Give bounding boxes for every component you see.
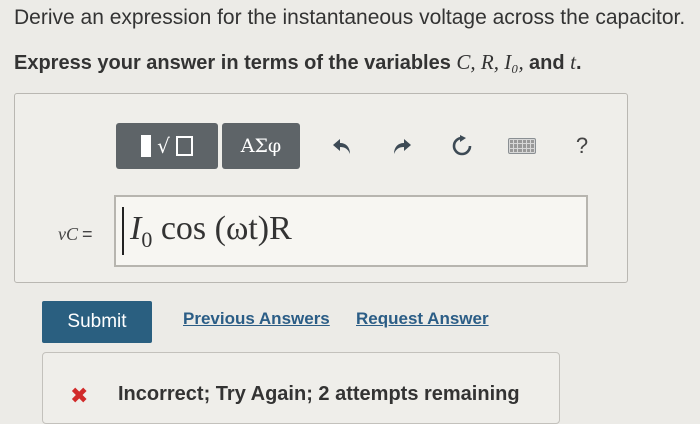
- answer-input[interactable]: I0 cos (ωt)R: [114, 195, 588, 267]
- expr-subscript: 0: [141, 226, 153, 252]
- box-icon: [175, 136, 193, 156]
- instruction-prefix: Express your answer in terms of the vari…: [14, 52, 457, 74]
- instruction-and: and: [529, 52, 571, 74]
- redo-button[interactable]: [380, 124, 424, 168]
- templates-button[interactable]: √: [116, 123, 218, 169]
- help-button[interactable]: ?: [560, 124, 604, 168]
- previous-answers-link[interactable]: Previous Answers: [183, 309, 330, 329]
- expr-current: I: [130, 209, 142, 247]
- instruction-vars: C, R, I₀,: [456, 50, 530, 74]
- reset-icon: [452, 135, 472, 156]
- undo-icon: [333, 139, 350, 154]
- answer-expression: I0 cos (ωt)R: [130, 210, 292, 253]
- submit-button[interactable]: Submit: [42, 301, 152, 343]
- instruction-end: .: [576, 52, 582, 74]
- text-cursor: [122, 207, 124, 255]
- math-toolbar: √ ΑΣφ ?: [116, 120, 604, 172]
- keyboard-button[interactable]: [500, 124, 544, 168]
- templates-icon: [141, 135, 152, 157]
- equals-sign: =: [82, 224, 93, 244]
- question-instruction: Express your answer in terms of the vari…: [14, 50, 582, 75]
- question-prompt: Derive an expression for the instantaneo…: [14, 6, 686, 29]
- feedback-text: Incorrect; Try Again; 2 attempts remaini…: [118, 383, 520, 405]
- expr-rest: cos (ωt)R: [152, 209, 292, 247]
- reset-button[interactable]: [440, 124, 484, 168]
- undo-button[interactable]: [320, 124, 364, 168]
- request-answer-link[interactable]: Request Answer: [356, 309, 489, 329]
- x-icon: ✖: [70, 383, 89, 408]
- redo-icon: [394, 139, 411, 154]
- keyboard-icon: [508, 138, 536, 154]
- symbols-button[interactable]: ΑΣφ: [222, 123, 300, 169]
- variable-name: vC: [58, 224, 78, 244]
- sqrt-icon: √: [157, 134, 170, 158]
- answer-variable-label: vC =: [58, 224, 93, 245]
